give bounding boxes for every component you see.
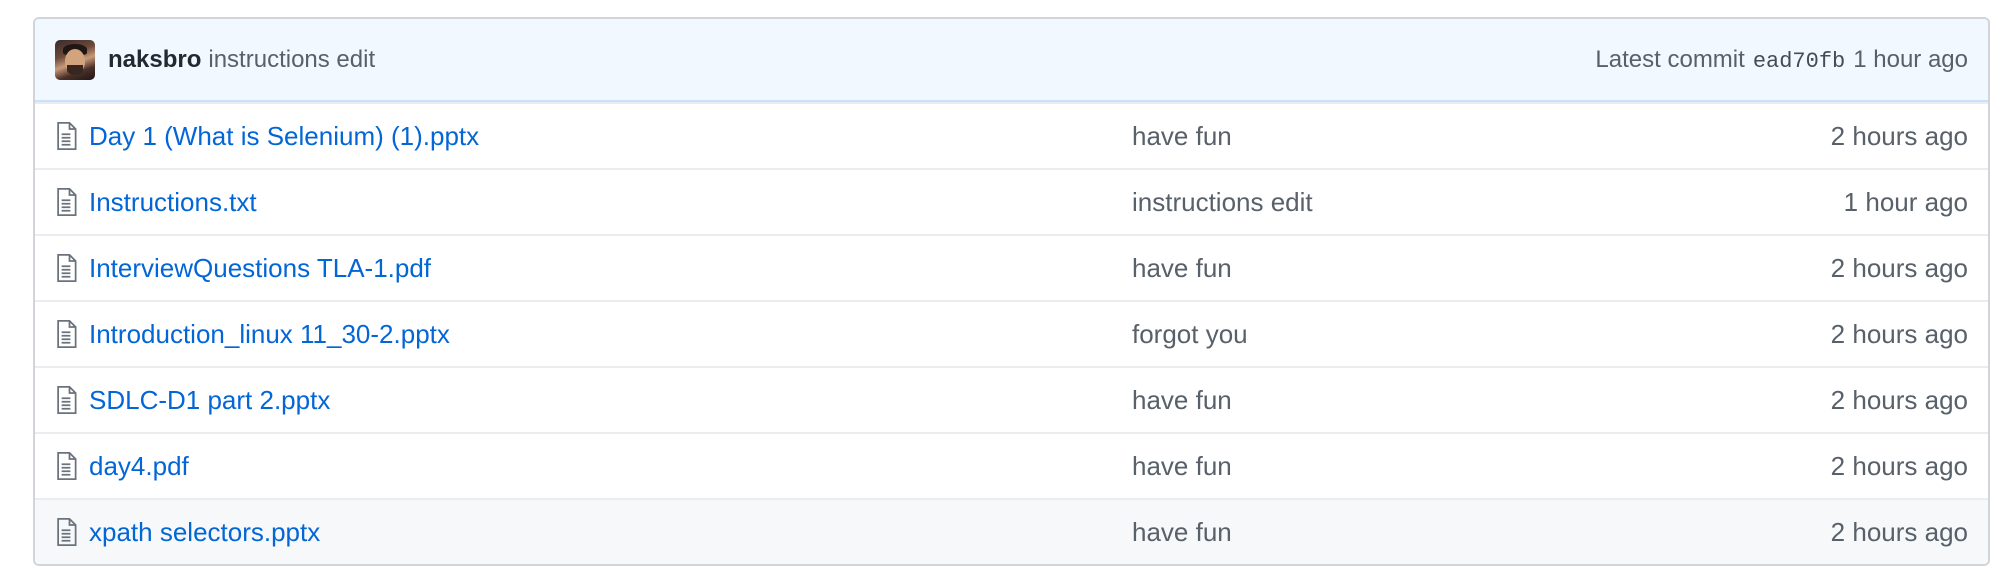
file-commit-message-link[interactable]: have fun [1132, 385, 1831, 416]
file-age: 2 hours ago [1830, 252, 1968, 283]
latest-commit-info: Latest commit ead70fb 1 hour ago [1595, 46, 1968, 74]
file-row: xpath selectors.pptx have fun 2 hours ag… [35, 498, 1988, 564]
file-name-link[interactable]: SDLC-D1 part 2.pptx [89, 385, 1132, 416]
author-avatar[interactable] [55, 39, 95, 80]
file-age: 2 hours ago [1830, 384, 1968, 415]
file-name-link[interactable]: Introduction_linux 11_30-2.pptx [89, 319, 1132, 350]
file-name-link[interactable]: day4.pdf [89, 451, 1132, 482]
file-row: Introduction_linux 11_30-2.pptx forgot y… [35, 300, 1988, 366]
latest-commit-bar: naksbro instructions edit Latest commit … [35, 19, 1988, 102]
file-commit-message-link[interactable]: forgot you [1132, 319, 1831, 350]
file-icon [57, 452, 77, 480]
file-list-box: naksbro instructions edit Latest commit … [33, 17, 1990, 566]
file-icon [57, 386, 77, 414]
file-name-link[interactable]: InterviewQuestions TLA-1.pdf [89, 253, 1132, 284]
commit-age: 1 hour ago [1853, 45, 1968, 73]
file-name-link[interactable]: Day 1 (What is Selenium) (1).pptx [89, 121, 1132, 152]
file-name-link[interactable]: Instructions.txt [89, 187, 1132, 218]
latest-commit-label: Latest commit [1595, 45, 1745, 73]
file-row: Instructions.txt instructions edit 1 hou… [35, 168, 1988, 234]
file-row: Day 1 (What is Selenium) (1).pptx have f… [35, 102, 1988, 168]
file-commit-message-link[interactable]: have fun [1132, 121, 1831, 152]
file-row: day4.pdf have fun 2 hours ago [35, 432, 1988, 498]
file-icon [57, 122, 77, 150]
commit-author-link[interactable]: naksbro [108, 46, 201, 74]
file-icon [57, 254, 77, 282]
file-age: 2 hours ago [1830, 450, 1968, 481]
commit-message-link[interactable]: instructions edit [208, 46, 375, 74]
file-commit-message-link[interactable]: have fun [1132, 451, 1831, 482]
file-commit-message-link[interactable]: instructions edit [1132, 187, 1844, 218]
file-age: 2 hours ago [1830, 318, 1968, 349]
file-commit-message-link[interactable]: have fun [1132, 253, 1831, 284]
file-age: 1 hour ago [1843, 186, 1968, 217]
file-icon [57, 188, 77, 216]
file-icon [57, 320, 77, 348]
file-name-link[interactable]: xpath selectors.pptx [89, 517, 1132, 548]
commit-sha-link[interactable]: ead70fb [1753, 49, 1845, 74]
file-commit-message-link[interactable]: have fun [1132, 517, 1831, 548]
file-age: 2 hours ago [1830, 516, 1968, 547]
file-age: 2 hours ago [1830, 120, 1968, 151]
file-icon [57, 518, 77, 546]
file-row: SDLC-D1 part 2.pptx have fun 2 hours ago [35, 366, 1988, 432]
file-row: InterviewQuestions TLA-1.pdf have fun 2 … [35, 234, 1988, 300]
